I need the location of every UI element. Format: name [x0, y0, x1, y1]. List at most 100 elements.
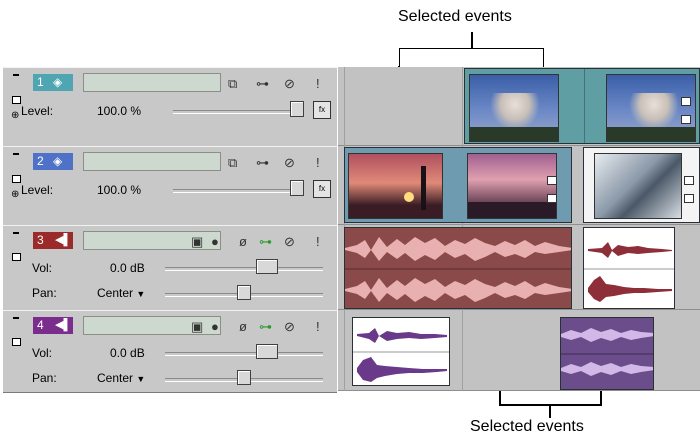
level-label: Level: [21, 104, 54, 118]
capitol-thumbnail [606, 74, 696, 142]
capitol-thumbnail [469, 74, 559, 142]
track-name-field[interactable] [83, 152, 221, 171]
track-header-3[interactable]: 3 ◀▌ ▣ ● ø ⊶ ⊘ ! Vol: 0.0 dB Pan: Center… [3, 225, 337, 311]
track-fx-icon[interactable]: ø [239, 320, 247, 334]
audio-event-selected[interactable] [560, 317, 654, 390]
mute-icon[interactable]: ⊘ [284, 77, 295, 91]
video-track-icon: ◈ [53, 154, 63, 168]
track-fx-icon[interactable]: ø [239, 235, 247, 249]
compositing-mode-icon[interactable]: ⧉ [228, 156, 237, 170]
mute-icon[interactable]: ⊘ [284, 320, 295, 334]
track-motion-icon[interactable]: ⊶ [259, 320, 272, 334]
invert-phase-icon[interactable]: ▣ [191, 235, 203, 249]
waveform [584, 242, 674, 302]
video-event[interactable] [583, 147, 700, 223]
video-event-selected[interactable] [344, 147, 572, 223]
event-fx-icon[interactable] [547, 194, 557, 203]
waveform [561, 328, 653, 376]
mute-icon[interactable]: ⊘ [284, 235, 295, 249]
track-motion-icon[interactable]: ⊶ [256, 156, 269, 170]
video-event-selected[interactable] [464, 68, 700, 144]
vol-label: Vol: [32, 346, 53, 360]
pan-value-text: Center [97, 286, 134, 300]
event-pan-crop-icon[interactable] [681, 97, 691, 106]
audio-event[interactable] [352, 317, 450, 386]
level-value[interactable]: 100.0 % [97, 104, 141, 118]
timeline[interactable] [338, 67, 700, 391]
vol-slider-thumb[interactable] [256, 259, 278, 274]
minimize-icon[interactable] [13, 153, 19, 155]
track-expand-icon[interactable] [12, 175, 21, 183]
event-pan-crop-icon[interactable] [684, 176, 694, 185]
video-track-icon: ◈ [53, 75, 63, 89]
level-label: Level: [21, 183, 54, 197]
vol-value[interactable]: 0.0 dB [110, 346, 145, 360]
track-motion-icon[interactable]: ⊶ [256, 77, 269, 91]
vol-slider-thumb[interactable] [256, 344, 278, 359]
level-slider-thumb[interactable] [290, 180, 304, 196]
waveform [353, 328, 449, 382]
audio-event[interactable] [583, 227, 675, 309]
track-number-badge: 2 ◈ [33, 153, 73, 170]
minimize-icon[interactable] [13, 74, 19, 76]
track-number: 4 [37, 318, 44, 332]
mountain-thumbnail [594, 153, 682, 219]
pan-label: Pan: [32, 371, 57, 385]
vol-label: Vol: [32, 261, 53, 275]
pan-slider-thumb[interactable] [237, 370, 251, 385]
track-expand-icon[interactable] [12, 96, 21, 104]
speaker-icon: ◀▌ [55, 234, 72, 246]
chevron-down-icon: ▼ [136, 374, 146, 384]
event-pan-crop-icon[interactable] [547, 176, 557, 185]
level-slider-thumb[interactable] [290, 101, 304, 117]
pan-value-text: Center [97, 371, 134, 385]
compositing-child-icon[interactable]: ⊕ [11, 110, 19, 121]
vol-value[interactable]: 0.0 dB [110, 261, 145, 275]
track-number-badge: 1 ◈ [33, 74, 73, 91]
vol-slider-track[interactable] [165, 352, 323, 356]
track-motion-icon[interactable]: ⊶ [259, 235, 272, 249]
event-fx-icon[interactable] [681, 115, 691, 124]
callout-label-top: Selected events [398, 8, 512, 25]
minimize-icon[interactable] [13, 317, 19, 319]
invert-phase-icon[interactable]: ▣ [191, 320, 203, 334]
solo-icon[interactable]: ! [316, 235, 320, 249]
audio-event-selected[interactable] [344, 227, 572, 309]
track-name-field[interactable] [83, 73, 221, 92]
level-slider-track[interactable] [173, 110, 299, 114]
track-expand-icon[interactable] [12, 338, 21, 346]
arm-record-icon[interactable]: ● [211, 235, 219, 249]
vol-slider-track[interactable] [165, 267, 323, 271]
track-header-4[interactable]: 4 ◀▌ ▣ ● ø ⊶ ⊘ ! Vol: 0.0 dB Pan: Center… [3, 310, 337, 393]
sunset-thumbnail [467, 153, 557, 219]
solo-icon[interactable]: ! [316, 77, 320, 91]
track-number: 2 [37, 154, 44, 168]
pan-value[interactable]: Center ▼ [97, 371, 145, 385]
pan-value[interactable]: Center ▼ [97, 286, 145, 300]
solo-icon[interactable]: ! [316, 320, 320, 334]
track-fx-icon[interactable]: fx [313, 101, 331, 119]
compositing-child-icon[interactable]: ⊕ [11, 189, 19, 200]
minimize-icon[interactable] [13, 232, 19, 234]
track-header-2[interactable]: ⊕ 2 ◈ ⧉ ⊶ ⊘ ! Level: 100.0 % fx [3, 146, 337, 226]
event-fx-icon[interactable] [684, 194, 694, 203]
level-slider-track[interactable] [173, 189, 299, 193]
level-value[interactable]: 100.0 % [97, 183, 141, 197]
track-expand-icon[interactable] [12, 253, 21, 261]
frame-divider [584, 69, 585, 143]
track-fx-icon[interactable]: fx [313, 180, 331, 198]
compositing-mode-icon[interactable]: ⧉ [228, 77, 237, 91]
sunset-thumbnail [348, 153, 443, 219]
mute-icon[interactable]: ⊘ [284, 156, 295, 170]
track-header-1[interactable]: ⊕ 1 ◈ ⧉ ⊶ ⊘ ! Level: 100.0 % fx [3, 67, 337, 147]
arm-record-icon[interactable]: ● [211, 320, 219, 334]
speaker-icon: ◀▌ [55, 319, 72, 331]
pan-slider-thumb[interactable] [237, 285, 251, 300]
track-number: 1 [37, 75, 44, 89]
track-number: 3 [37, 233, 44, 247]
waveform [345, 237, 571, 302]
pan-label: Pan: [32, 286, 57, 300]
solo-icon[interactable]: ! [316, 156, 320, 170]
callout-label-bottom: Selected events [470, 418, 584, 435]
chevron-down-icon: ▼ [136, 289, 146, 299]
